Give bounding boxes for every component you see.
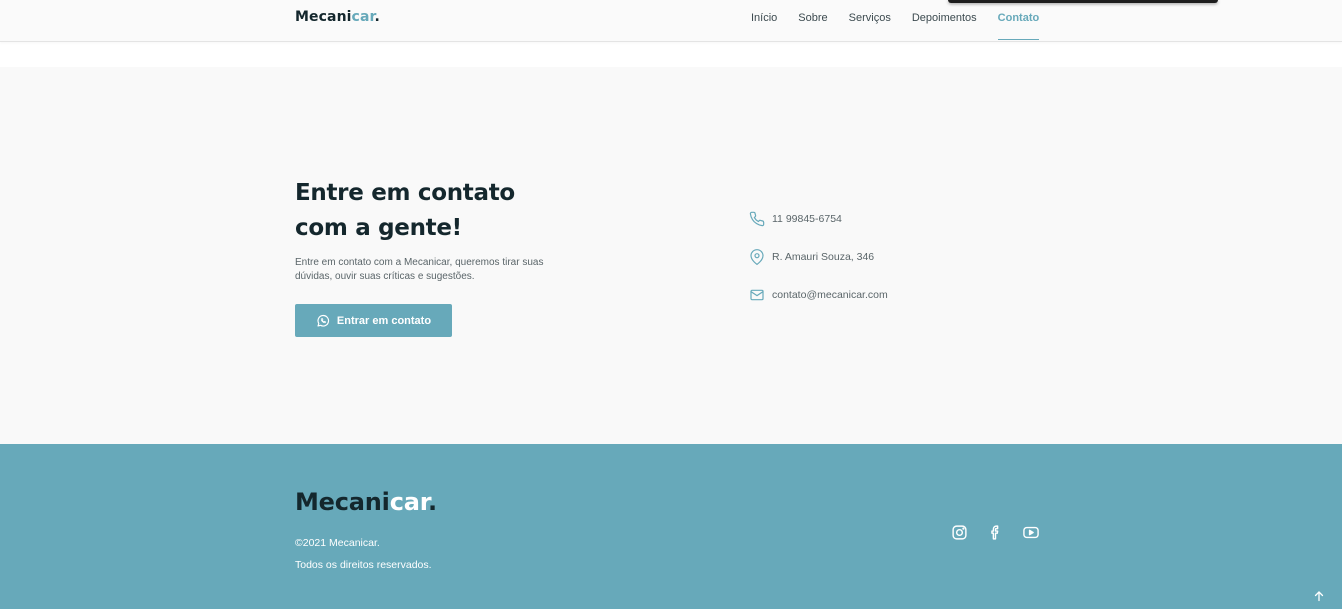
logo-dot: . [374, 9, 380, 25]
site-footer: Mecanicar. ©2021 Mecanicar. Todos os dir… [0, 444, 1342, 609]
footer-logo-prefix: Mecani [295, 488, 390, 516]
popup-edge [948, 0, 1218, 3]
youtube-icon[interactable] [1022, 523, 1040, 541]
main-nav: Início Sobre Serviços Depoimentos Contat… [751, 12, 1039, 41]
phone-icon [749, 211, 765, 227]
nav-item-sobre[interactable]: Sobre [798, 12, 827, 41]
nav-item-servicos[interactable]: Serviços [849, 12, 891, 41]
footer-logo: Mecanicar. [295, 488, 437, 516]
footer-logo-accent: car [389, 488, 428, 516]
contact-section: Entre em contato com a gente! Entre em c… [0, 67, 1342, 444]
facebook-icon[interactable] [986, 523, 1004, 541]
header-logo[interactable]: Mecanicar. [295, 9, 380, 25]
logo-prefix: Mecani [295, 9, 352, 25]
email-text[interactable]: contato@mecanicar.com [772, 289, 888, 301]
contact-title-line1: Entre em contato [295, 180, 515, 206]
contact-description: Entre em contato com a Mecanicar, querem… [295, 257, 544, 282]
contact-title-line2: com a gente! [295, 215, 462, 241]
mail-icon [749, 287, 765, 303]
social-links [950, 523, 1040, 541]
contact-title: Entre em contato com a gente! [295, 176, 575, 246]
contact-button[interactable]: Entrar em contato [295, 304, 452, 337]
contact-phone: 11 99845-6754 [749, 210, 888, 228]
footer-copyright: ©2021 Mecanicar. [295, 537, 380, 549]
site-header: Mecanicar. Início Sobre Serviços Depoime… [0, 0, 1342, 42]
nav-item-inicio[interactable]: Início [751, 12, 777, 41]
footer-logo-dot: . [427, 488, 437, 516]
contact-info-list: 11 99845-6754 R. Amauri Souza, 346 conta… [749, 210, 888, 324]
nav-item-depoimentos[interactable]: Depoimentos [912, 12, 977, 41]
whatsapp-icon [316, 314, 330, 328]
address-text: R. Amauri Souza, 346 [772, 251, 875, 263]
arrow-up-icon[interactable] [1312, 588, 1326, 604]
contact-address: R. Amauri Souza, 346 [749, 248, 888, 266]
instagram-icon[interactable] [950, 523, 968, 541]
nav-item-contato[interactable]: Contato [997, 12, 1039, 41]
phone-text: 11 99845-6754 [772, 213, 842, 225]
contact-email: contato@mecanicar.com [749, 286, 888, 304]
location-pin-icon [749, 249, 765, 265]
footer-rights: Todos os direitos reservados. [295, 559, 432, 571]
logo-accent: car [351, 9, 375, 25]
contact-button-label: Entrar em contato [336, 314, 432, 327]
